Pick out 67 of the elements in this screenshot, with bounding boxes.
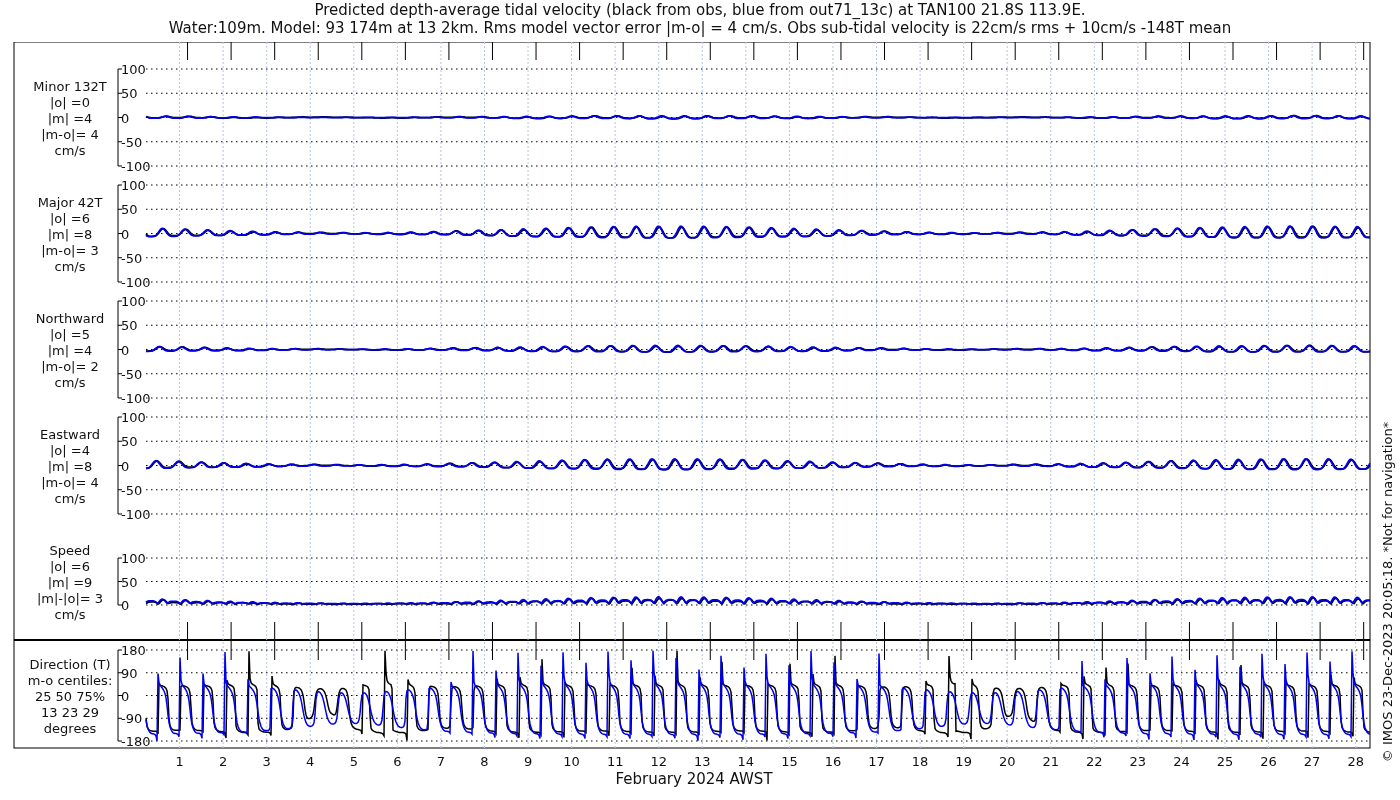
y-tick-label: 100 — [121, 551, 146, 566]
y-tick-label: 0 — [121, 598, 130, 613]
y-tick-label: 0 — [121, 458, 130, 474]
x-tick-label: 18 — [911, 754, 929, 769]
y-tick-label: -50 — [121, 134, 143, 150]
y-tick-label: -90 — [121, 711, 143, 727]
x-tick-label: 20 — [998, 754, 1016, 769]
x-tick-label: 3 — [262, 754, 271, 769]
x-tick-label: 5 — [349, 754, 358, 769]
x-tick-label: 7 — [436, 754, 446, 769]
copyright-note: © IMOS 23-Dec-2023 20:05:18. *Not for navigation* — [1380, 421, 1395, 763]
x-tick-label: 15 — [781, 754, 798, 769]
x-tick-label: 21 — [1042, 754, 1060, 769]
x-tick-label: 22 — [1086, 754, 1103, 769]
x-tick-label: 9 — [523, 754, 533, 769]
panel-label: Minor 132T |o| =0 |m| =4 |m-o|= 4 cm/s — [33, 78, 107, 158]
y-tick-label: -100 — [121, 391, 151, 406]
x-tick-label: 13 — [694, 754, 711, 769]
x-tick-label: 11 — [606, 754, 624, 769]
x-tick-label: 25 — [1216, 754, 1234, 769]
panel-label: Eastward |o| =4 |m| =8 |m-o|= 4 cm/s — [40, 426, 100, 506]
x-tick-label: 19 — [955, 754, 972, 769]
y-tick-label: -100 — [121, 159, 151, 174]
x-tick-label: 28 — [1347, 754, 1364, 769]
y-tick-label: 0 — [121, 688, 130, 704]
y-tick-label: -100 — [121, 507, 151, 522]
y-tick-label: 50 — [121, 574, 138, 590]
x-tick-label: 24 — [1173, 754, 1190, 769]
y-tick-label: 100 — [121, 410, 146, 425]
x-axis-label: February 2024 AWST — [615, 770, 773, 788]
y-tick-label: 0 — [121, 110, 130, 126]
x-tick-label: 26 — [1260, 754, 1277, 769]
x-tick-label: 27 — [1303, 754, 1321, 769]
y-tick-label: -50 — [121, 366, 143, 382]
x-tick-label: 14 — [737, 754, 755, 769]
y-axis — [117, 557, 123, 606]
y-tick-label: 50 — [121, 202, 138, 218]
y-tick-label: -100 — [121, 275, 151, 290]
y-tick-label: 100 — [121, 178, 146, 193]
x-tick-label: 4 — [306, 754, 315, 769]
x-tick-label: 16 — [824, 754, 842, 769]
y-tick-label: 50 — [121, 318, 138, 334]
x-tick-label: 6 — [393, 754, 402, 769]
x-tick-label: 1 — [175, 754, 184, 769]
panel-label: Northward |o| =5 |m| =4 |m-o|= 2 cm/s — [35, 310, 105, 390]
x-tick-label: 12 — [650, 754, 667, 769]
y-tick-label: 100 — [121, 62, 146, 77]
y-tick-label: -180 — [121, 734, 151, 749]
y-tick-label: -50 — [121, 482, 143, 498]
chart-title: Predicted depth-average tidal velocity (black from obs, blue from out71_13c) at TAN100 21.8S 113.9E. — [313, 1, 1087, 19]
y-tick-label: 50 — [121, 86, 138, 102]
panel-label: Speed |o| =6 |m| =9 |m|-|o|= 3 cm/s — [36, 542, 104, 622]
y-tick-label: 0 — [121, 342, 130, 358]
x-tick-label: 8 — [480, 754, 489, 769]
y-tick-label: 100 — [121, 294, 146, 309]
y-tick-label: 50 — [121, 434, 138, 450]
chart-title: Water:109m. Model: 93 174m at 13 2km. Rms model vector error |m-o| = 4 cm/s. Obs sub-tidal velocity is 22cm/s rms + 10cm/s -148T mean — [167, 19, 1233, 37]
y-tick-label: -50 — [121, 250, 143, 266]
x-tick-label: 17 — [868, 754, 885, 769]
y-tick-label: 180 — [121, 643, 146, 658]
x-tick-label: 2 — [219, 754, 228, 769]
panel-label: Major 42T |o| =6 |m| =8 |m-o|= 3 cm/s — [37, 194, 103, 274]
y-tick-label: 0 — [121, 226, 130, 242]
y-tick-label: 90 — [121, 665, 138, 681]
x-tick-label: 10 — [563, 754, 580, 769]
x-tick-label: 23 — [1129, 754, 1147, 769]
panel-label: Direction (T) m-o centiles: 25 50 75% 13 23 29 degrees — [27, 656, 113, 736]
